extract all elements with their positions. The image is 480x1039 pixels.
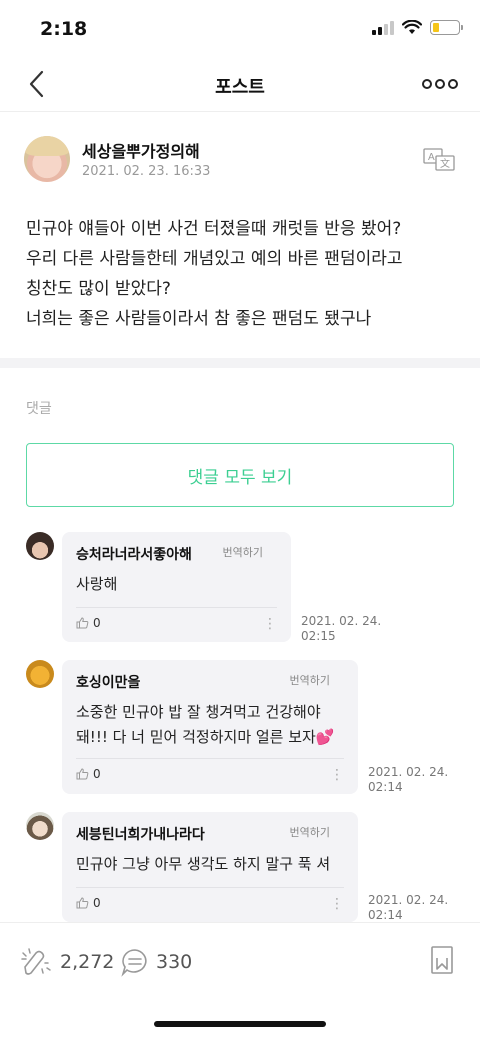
comment-bubble: 승처라너라서좋아해 번역하기 사랑해 0 ⋮ (62, 532, 291, 642)
comment-more-icon[interactable]: ⋮ (263, 616, 277, 632)
status-bar: 2:18 (0, 0, 480, 60)
comment-date: 2021. 02. 24. (368, 893, 449, 907)
thumbs-up-icon (76, 897, 89, 909)
comment-like-count: 0 (93, 616, 101, 630)
comment-more-icon[interactable]: ⋮ (330, 896, 344, 912)
comment-date: 2021. 02. 24. (368, 765, 449, 779)
post-line: 우리 다른 사람들한테 개념있고 예의 바른 팬덤이라고 (26, 249, 403, 269)
comment-time: 2021. 02. 24. 02:14 (368, 893, 448, 923)
comment-text: 사랑해 (76, 572, 277, 597)
post-line: 너희는 좋은 사람들이라서 참 좋은 팬덤도 됐구나 (26, 309, 372, 329)
comment-bubble: 세븡틴너희가내나라다 번역하기 민규야 그냥 아무 생각도 하지 말구 푹 셔 … (62, 812, 358, 922)
comment-clock: 02:15 (301, 629, 336, 643)
author-avatar[interactable] (24, 136, 70, 182)
translate-link[interactable]: 번역하기 (290, 824, 330, 840)
comment-line: 사랑해 (76, 575, 118, 593)
comment-item: 호싱이만을 번역하기 소중한 민규야 밥 잘 챙겨먹고 건강해야 돼!!! 다 … (26, 660, 456, 794)
translate-link[interactable]: 번역하기 (290, 672, 330, 688)
comment-icon (121, 949, 147, 977)
post-body: 민규야 얘들아 이번 사건 터졌을때 캐럿들 반응 봤어? 우리 다른 사람들한… (26, 214, 456, 334)
post-like-button[interactable]: 2,272 (20, 947, 114, 977)
more-options-icon[interactable] (422, 74, 458, 94)
home-indicator[interactable] (154, 1021, 326, 1027)
thumbs-up-icon (76, 617, 89, 629)
cellular-signal-icon (372, 20, 394, 35)
comment-like-button[interactable]: 0 (76, 616, 101, 630)
commenter-avatar[interactable] (26, 660, 54, 688)
status-icons (372, 20, 463, 35)
comment-like-count: 0 (93, 767, 101, 781)
comment-time: 2021. 02. 24. 02:15 (301, 614, 381, 644)
comment-more-icon[interactable]: ⋮ (330, 767, 344, 783)
comment-time: 2021. 02. 24. 02:14 (368, 765, 448, 795)
comment-bubble: 호싱이만을 번역하기 소중한 민규야 밥 잘 챙겨먹고 건강해야 돼!!! 다 … (62, 660, 358, 794)
navigation-bar: 포스트 (0, 56, 480, 112)
wifi-icon (402, 20, 422, 34)
post-comment-count: 330 (156, 951, 193, 973)
status-time: 2:18 (40, 18, 88, 40)
section-divider (0, 358, 480, 368)
translate-icon[interactable]: A 文 (422, 146, 456, 172)
comment-like-button[interactable]: 0 (76, 896, 101, 910)
translate-link[interactable]: 번역하기 (223, 544, 263, 560)
comment-text: 소중한 민규야 밥 잘 챙겨먹고 건강해야 돼!!! 다 너 믿어 걱정하지마 … (76, 700, 344, 750)
svg-text:文: 文 (440, 157, 450, 170)
comment-footer: 0 ⋮ (76, 887, 344, 915)
comment-footer: 0 ⋮ (76, 607, 277, 635)
bookmark-icon[interactable] (430, 945, 454, 975)
comment-item: 세븡틴너희가내나라다 번역하기 민규야 그냥 아무 생각도 하지 말구 푹 셔 … (26, 812, 456, 922)
cheer-icon (21, 948, 51, 975)
comment-line: 민규야 그냥 아무 생각도 하지 말구 푹 셔 (76, 855, 331, 873)
comment-footer: 0 ⋮ (76, 758, 344, 786)
comment-like-count: 0 (93, 896, 101, 910)
author-name[interactable]: 세상을뿌가정의해 (82, 138, 200, 162)
view-all-comments-button[interactable]: 댓글 모두 보기 (26, 443, 454, 507)
commenter-avatar[interactable] (26, 812, 54, 840)
page-title: 포스트 (215, 77, 265, 98)
battery-icon (430, 20, 463, 35)
comment-line: 소중한 민규야 밥 잘 챙겨먹고 건강해야 (76, 703, 321, 721)
post-date: 2021. 02. 23. 16:33 (82, 164, 211, 179)
post-line: 민규야 얘들아 이번 사건 터졌을때 캐럿들 반응 봤어? (26, 219, 402, 239)
comment-like-button[interactable]: 0 (76, 767, 101, 781)
post-comment-button[interactable]: 330 (120, 947, 192, 977)
commenter-avatar[interactable] (26, 532, 54, 560)
post-header: 세상을뿌가정의해 2021. 02. 23. 16:33 A 文 (24, 136, 456, 188)
comments-label: 댓글 (26, 401, 52, 417)
thumbs-up-icon (76, 768, 89, 780)
bottom-action-bar: 2,272 330 (0, 922, 480, 998)
comment-clock: 02:14 (368, 780, 403, 794)
svg-text:A: A (428, 152, 435, 163)
post-line: 칭찬도 많이 받았다? (26, 279, 171, 299)
post-like-count: 2,272 (60, 951, 115, 973)
comment-clock: 02:14 (368, 908, 403, 922)
comment-date: 2021. 02. 24. (301, 614, 382, 628)
comment-item: 승처라너라서좋아해 번역하기 사랑해 0 ⋮ 2021. 02. 24. 02:… (26, 532, 456, 644)
comment-text: 민규야 그냥 아무 생각도 하지 말구 푹 셔 (76, 852, 344, 877)
comment-line: 돼!!! 다 너 믿어 걱정하지마 얼른 보자💕 (76, 728, 335, 746)
